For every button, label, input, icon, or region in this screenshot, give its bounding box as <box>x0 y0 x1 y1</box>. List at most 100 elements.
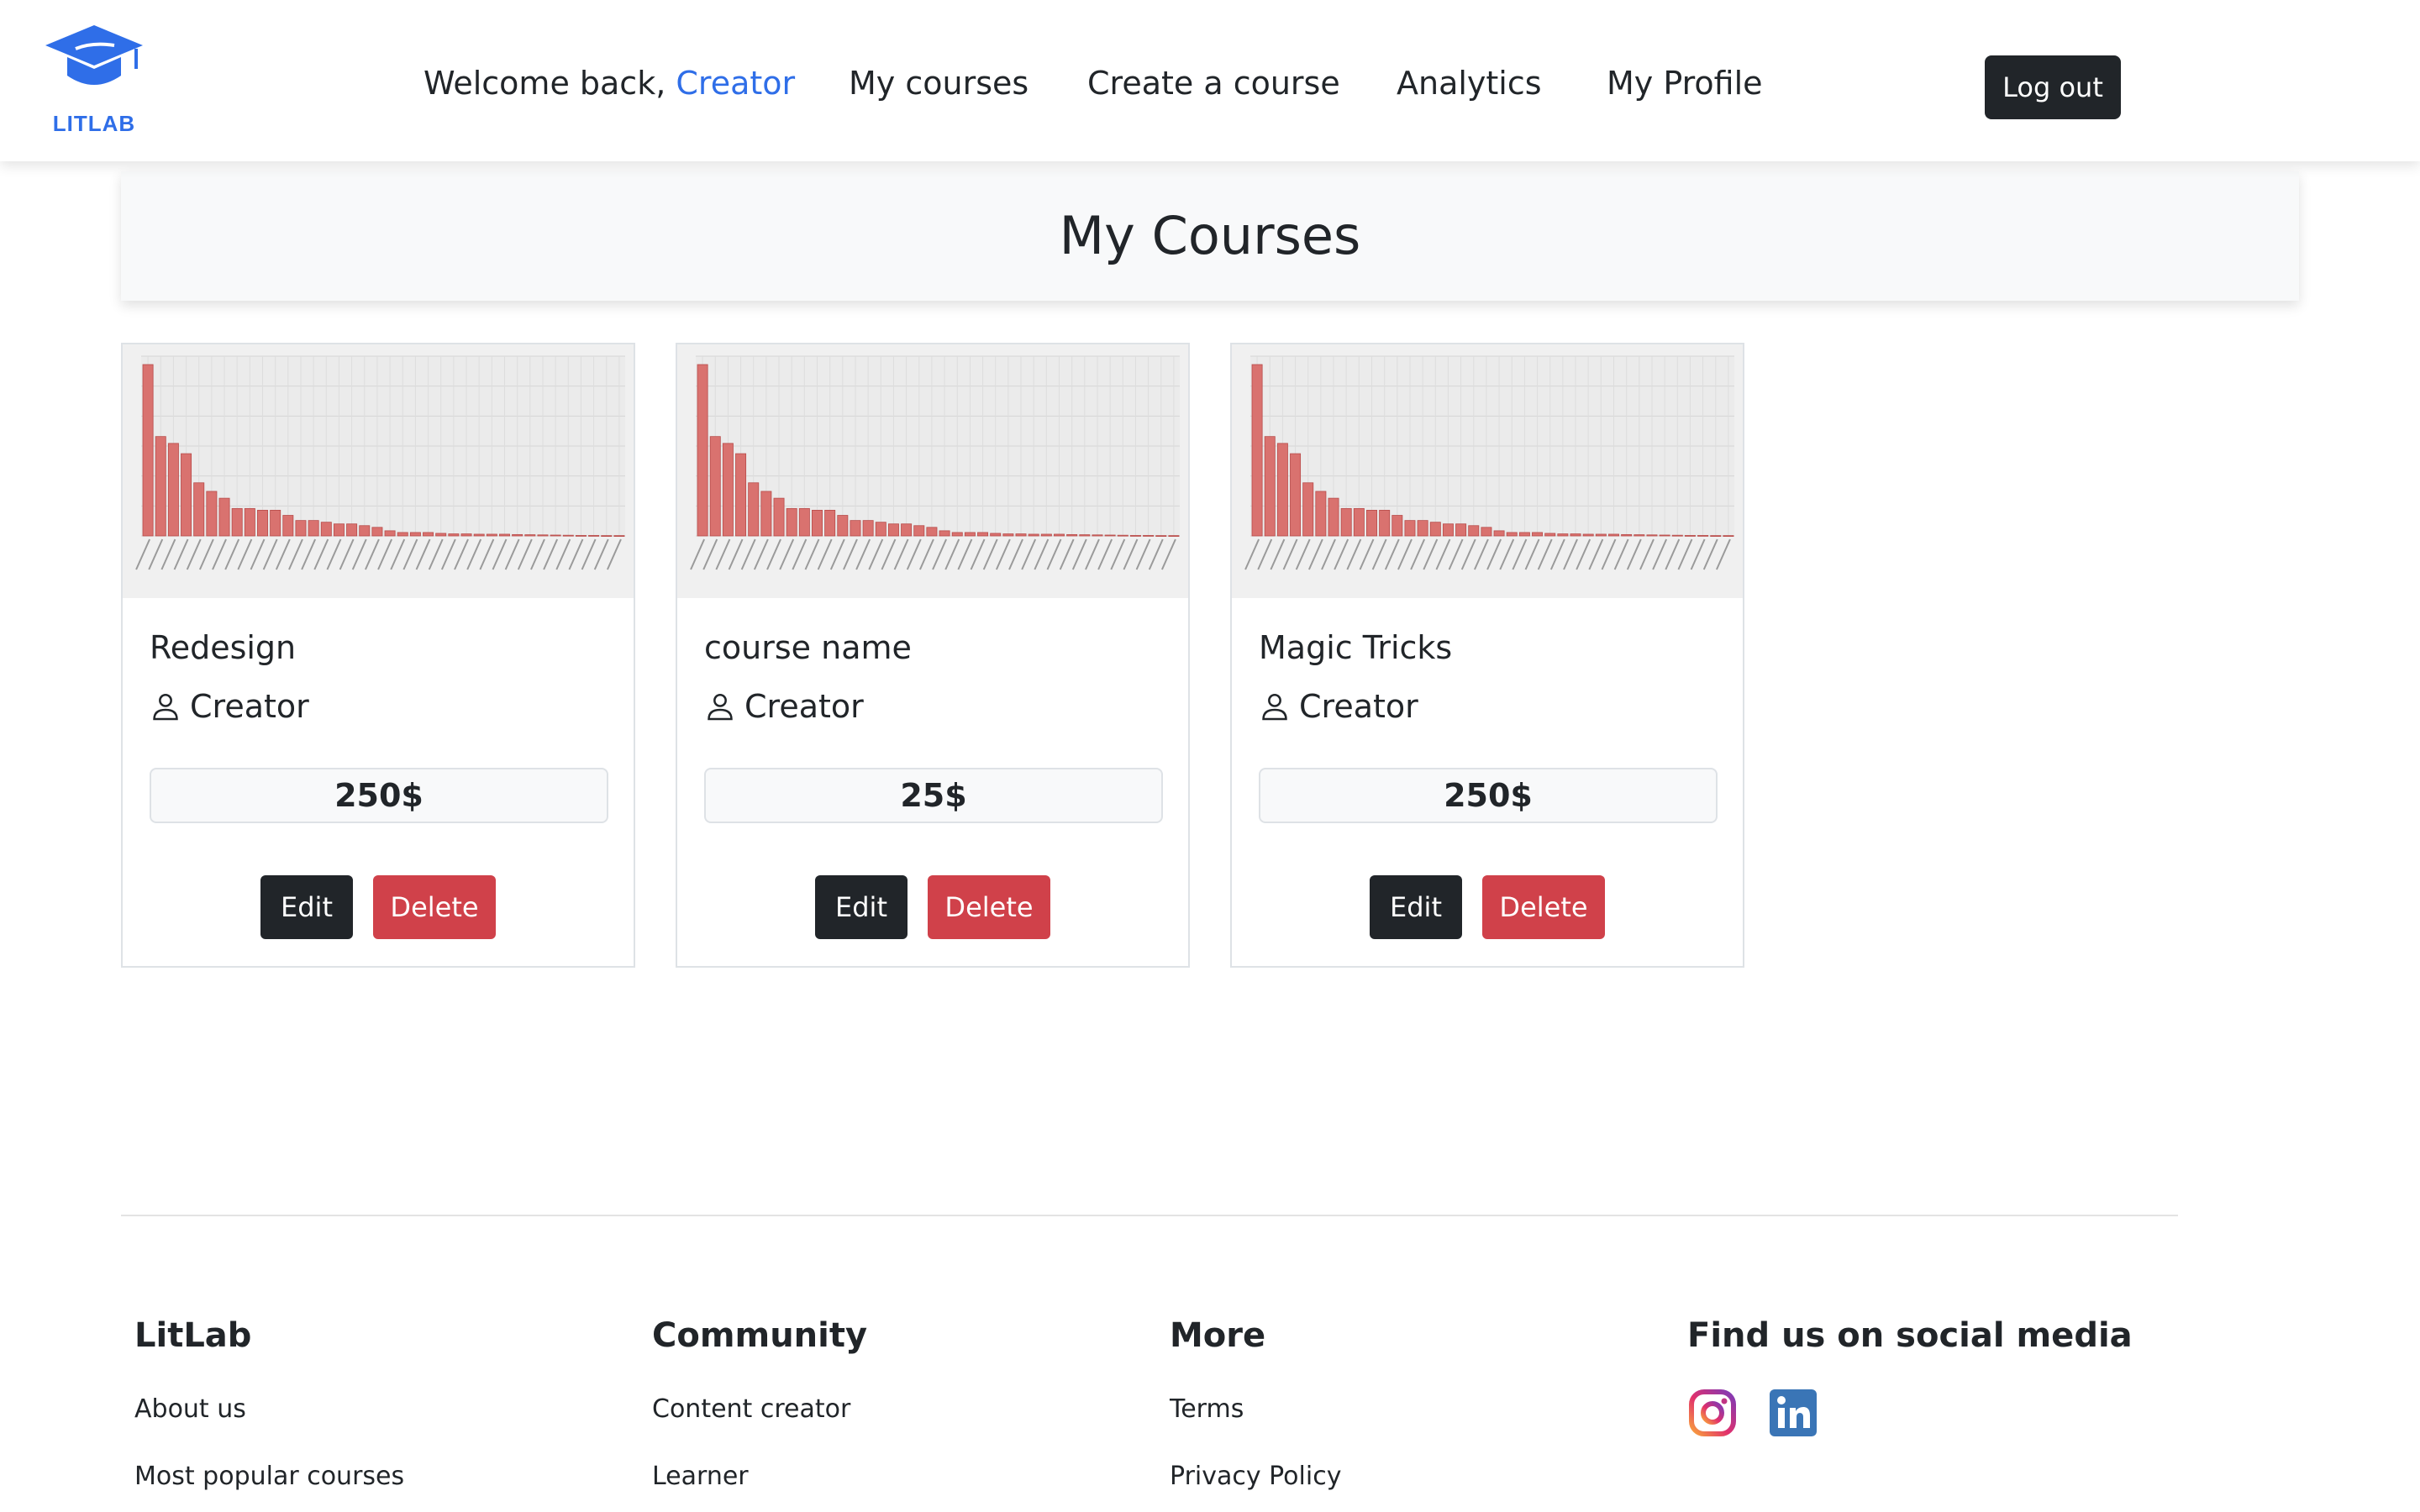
nav-my-courses[interactable]: My courses <box>849 60 1028 106</box>
thumbnail-bar <box>1104 534 1116 537</box>
litlab-logo[interactable]: LITLAB <box>42 24 146 141</box>
course-thumbnail[interactable] <box>677 344 1188 598</box>
edit-button[interactable]: Edit <box>260 875 353 939</box>
thumbnail-bar <box>1506 532 1518 537</box>
thumbnail-bar <box>423 532 434 537</box>
thumbnail-bar <box>913 525 925 537</box>
course-thumbnail[interactable] <box>1232 344 1743 598</box>
thumbnail-bar <box>320 522 332 537</box>
thumbnail-bar <box>1442 523 1454 537</box>
thumbnail-bar <box>1079 534 1091 537</box>
user-icon <box>1262 693 1287 721</box>
thumbnail-bar <box>1417 520 1428 537</box>
welcome-user-name[interactable]: Creator <box>676 65 795 102</box>
course-title[interactable]: course name <box>704 625 912 670</box>
thumbnail-bar <box>601 535 613 537</box>
thumbnail-bar <box>1659 534 1670 537</box>
page-title: My Courses <box>1059 205 1361 266</box>
thumbnail-bar <box>1582 533 1594 537</box>
thumbnail-bar <box>1315 491 1327 537</box>
thumbnail-bar <box>1404 520 1416 537</box>
thumbnail-bar <box>562 534 574 537</box>
thumbnail-bar <box>697 364 708 537</box>
welcome-prefix: Welcome back, <box>424 65 676 102</box>
thumbnail-bar <box>722 443 734 537</box>
course-card[interactable]: course name Creator 25$ Edit Delete <box>676 343 1190 968</box>
thumbnail-bar <box>1117 534 1128 537</box>
thumbnail-bar <box>142 364 154 537</box>
footer-link-about-us[interactable]: About us <box>134 1391 246 1428</box>
footer-link-terms[interactable]: Terms <box>1170 1391 1244 1428</box>
thumbnail-bar <box>346 523 358 537</box>
nav-create-course[interactable]: Create a course <box>1087 60 1340 106</box>
thumbnail-bar <box>1015 533 1027 537</box>
thumbnail-bar <box>155 436 166 537</box>
thumbnail-bar <box>486 533 497 537</box>
thumbnail-bar <box>193 482 205 537</box>
thumbnail-bar <box>167 443 179 537</box>
course-title[interactable]: Redesign <box>150 625 296 670</box>
delete-button[interactable]: Delete <box>373 875 496 939</box>
thumbnail-bar <box>1481 527 1492 537</box>
thumbnail-bar <box>613 535 625 537</box>
nav-analytics[interactable]: Analytics <box>1397 60 1542 106</box>
thumbnail-bar <box>837 515 849 537</box>
thumbnail-bar <box>735 453 747 537</box>
thumbnail-bar <box>850 520 861 537</box>
thumbnail-bar <box>786 507 797 537</box>
thumbnail-bar <box>295 520 307 537</box>
thumbnail-bar <box>397 532 408 537</box>
thumbnail-bar <box>812 509 823 537</box>
thumbnail-bar <box>1302 482 1314 537</box>
course-card[interactable]: Magic Tricks Creator 250$ Edit Delete <box>1230 343 1744 968</box>
thumbnail-bar <box>448 533 460 537</box>
user-icon <box>708 693 733 721</box>
thumbnail-bar <box>1646 534 1658 537</box>
nav-my-profile[interactable]: My Profile <box>1607 60 1763 106</box>
delete-button[interactable]: Delete <box>928 875 1050 939</box>
thumbnail-bar <box>1608 533 1619 537</box>
thumbnail-bar <box>1143 534 1155 537</box>
thumbnail-bar <box>1468 525 1480 537</box>
thumbnail-bar <box>977 532 989 537</box>
footer-link-privacy-policy[interactable]: Privacy Policy <box>1170 1458 1341 1495</box>
thumbnail-bar <box>1595 533 1607 537</box>
thumbnail-chart <box>1244 355 1734 570</box>
thumbnail-bar <box>824 509 836 537</box>
footer-heading: More <box>1170 1316 1266 1355</box>
edit-button[interactable]: Edit <box>1370 875 1462 939</box>
logout-button[interactable]: Log out <box>1985 55 2121 119</box>
thumbnail-bar <box>773 497 785 537</box>
course-title[interactable]: Magic Tricks <box>1259 625 1452 670</box>
thumbnail-bar <box>333 523 345 537</box>
linkedin-icon[interactable] <box>1768 1388 1818 1438</box>
footer-link-content-creator[interactable]: Content creator <box>652 1391 850 1428</box>
thumbnail-bar <box>1366 509 1377 537</box>
course-thumbnail[interactable] <box>123 344 634 598</box>
thumbnail-bar <box>435 533 447 537</box>
navbar: LITLAB Welcome back, Creator My courses … <box>0 0 2420 161</box>
course-author: Creator <box>150 684 309 729</box>
instagram-icon[interactable] <box>1687 1388 1738 1438</box>
course-author: Creator <box>1259 684 1418 729</box>
thumbnail-bar <box>1723 535 1734 537</box>
thumbnail-bar <box>1557 533 1569 537</box>
course-card[interactable]: Redesign Creator 250$ Edit Delete <box>121 343 635 968</box>
footer-link-popular-courses[interactable]: Most popular courses <box>134 1458 404 1495</box>
thumbnail-bar <box>1634 534 1645 537</box>
thumbnail-bar <box>875 522 886 537</box>
thumbnail-bar <box>964 532 976 537</box>
thumbnail-bar <box>244 507 255 537</box>
thumbnail-bar <box>1532 532 1544 537</box>
thumbnail-bar <box>218 497 230 537</box>
thumbnail-bar <box>537 534 549 537</box>
delete-button[interactable]: Delete <box>1482 875 1605 939</box>
footer-heading: Community <box>652 1316 868 1355</box>
thumbnail-bar <box>1066 533 1078 537</box>
thumbnail-bar <box>926 527 938 537</box>
footer-column-social: Find us on social media <box>1687 1312 2133 1359</box>
edit-button[interactable]: Edit <box>815 875 908 939</box>
thumbnail-bar <box>524 534 536 537</box>
thumbnail-bar <box>901 523 913 537</box>
footer-link-learner[interactable]: Learner <box>652 1458 749 1495</box>
